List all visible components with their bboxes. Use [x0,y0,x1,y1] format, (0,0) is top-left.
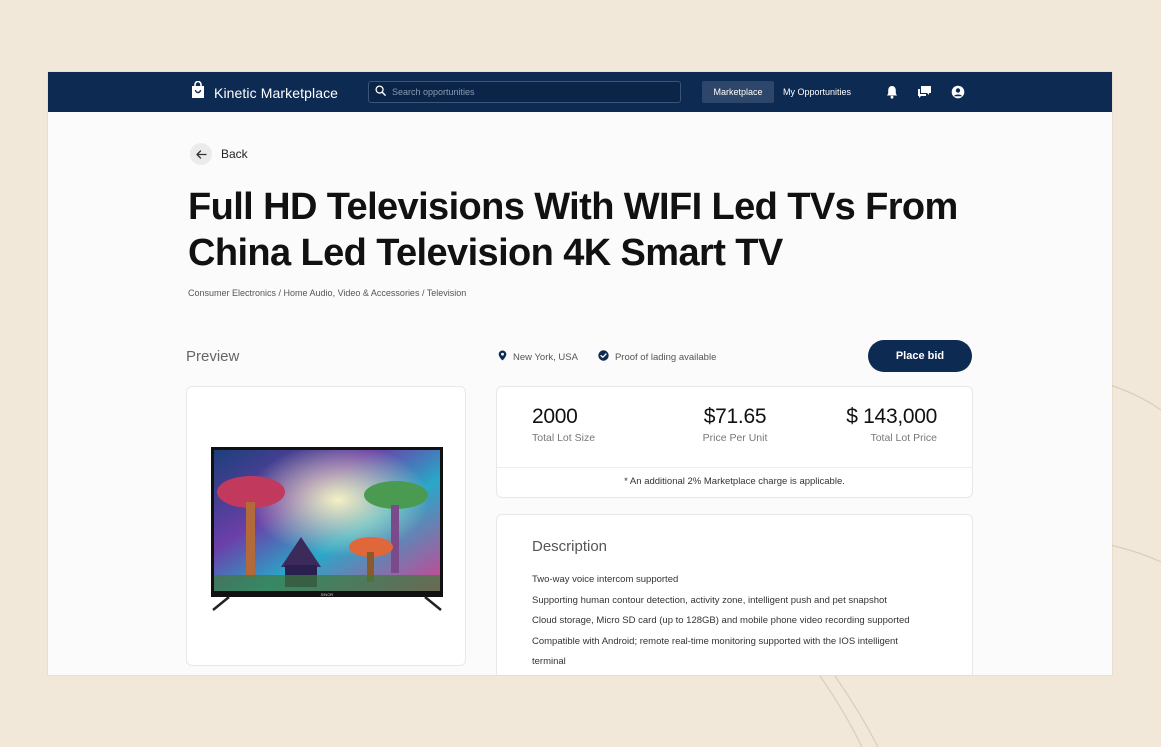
stat-lot-size: 2000 Total Lot Size [532,405,595,444]
search-box[interactable] [368,81,681,103]
app-window: Kinetic Marketplace Marketplace My Oppor… [48,72,1112,675]
total-price-label: Total Lot Price [870,432,937,444]
location-text: New York, USA [513,351,578,363]
total-price-value: $ 143,000 [846,405,937,428]
proof-text: Proof of lading available [614,351,717,363]
app-name: Kinetic Marketplace [214,84,339,101]
list-item: Cloud storage, Micro SD card (up to 128G… [532,615,910,626]
marketplace-charge-note: * An additional 2% Marketplace charge is… [624,476,845,487]
breadcrumb: Consumer Electronics / Home Audio, Video… [188,288,467,298]
description-heading: Description [532,538,608,555]
lot-size-label: Total Lot Size [532,432,596,444]
logo[interactable]: Kinetic Marketplace [190,80,339,104]
bell-icon[interactable] [884,84,900,100]
description-list: Two-way voice intercom supported Support… [532,570,952,673]
description-card: Description Two-way voice intercom suppo… [496,514,973,675]
back-button[interactable]: Back [190,143,248,165]
page-title: Full HD Televisions With WIFI Led TVs Fr… [188,186,958,274]
place-bid-button[interactable]: Place bid [868,340,972,372]
lot-size-value: 2000 [532,405,578,428]
top-navigation: Kinetic Marketplace Marketplace My Oppor… [48,72,1112,112]
list-item: Two-way voice intercom supported [532,574,679,585]
shopping-bag-icon [190,80,206,104]
pricing-card: 2000 Total Lot Size $71.65 Price Per Uni… [496,386,973,498]
arrow-left-icon [190,143,212,165]
stat-price-per-unit: $71.65 Price Per Unit [685,405,785,444]
search-input[interactable] [390,86,674,98]
product-meta: New York, USA Proof of lading available [498,350,716,364]
price-per-unit-value: $71.65 [703,405,767,428]
product-image: SINOR [211,447,443,611]
nav-marketplace[interactable]: Marketplace [702,81,774,103]
preview-card: SINOR [186,386,466,666]
nav-my-opportunities[interactable]: My Opportunities [783,81,851,103]
list-item: terminal [532,656,566,667]
back-label: Back [221,147,248,161]
tv-brand-label: SINOR [321,592,334,597]
user-circle-icon[interactable] [950,84,966,100]
divider [497,467,972,468]
list-item: Compatible with Android; remote real-tim… [532,635,898,647]
price-per-unit-label: Price Per Unit [702,432,768,444]
list-item: Supporting human contour detection, acti… [532,594,887,606]
location-pin-icon [498,350,507,364]
preview-heading: Preview [186,348,240,365]
chat-icon[interactable] [916,84,932,100]
search-icon [375,83,386,101]
stat-total-price: $ 143,000 Total Lot Price [846,405,937,444]
check-circle-icon [598,350,609,364]
